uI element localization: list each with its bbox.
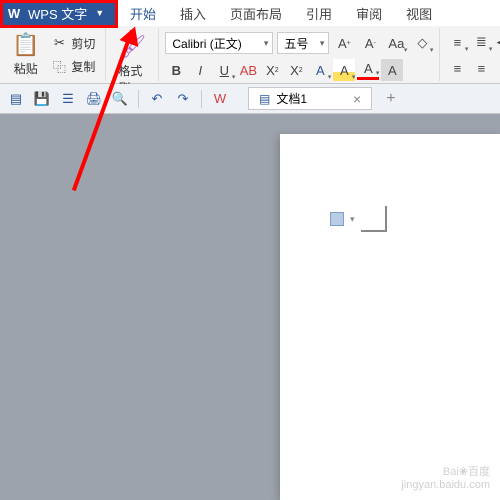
page-marker: ▾: [330, 206, 387, 232]
doc-tab-icon: ▤: [259, 92, 270, 106]
clipboard-group: 📋 粘贴 ✂ 剪切 ⿻ 复制: [0, 28, 106, 81]
watermark: Bai❀百度 jingyan.baidu.com: [401, 466, 490, 492]
strike-button[interactable]: AB: [237, 59, 259, 81]
quick-access-toolbar: ▤ 💾 ☰ 🖨 🔍 ↶ ↷ W ▤ 文档1 × +: [0, 84, 500, 114]
font-group: Calibri (正文) 五号 A+ A- Aa ◇ B I U AB X2 X…: [159, 28, 440, 81]
paragraph-group: ≡ ≣ ◀≡ ≡ ≡ ≡: [440, 28, 500, 81]
tab-insert[interactable]: 插入: [168, 0, 218, 27]
grow-font-button[interactable]: A+: [333, 32, 355, 54]
highlight-button[interactable]: A: [333, 59, 355, 81]
close-icon[interactable]: ×: [353, 91, 361, 107]
save-icon[interactable]: 💾: [32, 89, 52, 109]
change-case-button[interactable]: Aa: [385, 32, 407, 54]
font-color-button[interactable]: A: [357, 61, 379, 80]
preview-icon[interactable]: 🔍: [110, 89, 130, 109]
document-tab[interactable]: ▤ 文档1 ×: [248, 87, 372, 110]
decrease-indent-button[interactable]: ◀≡: [494, 31, 500, 53]
bold-button[interactable]: B: [165, 59, 187, 81]
corner-mark: [361, 206, 387, 232]
wps-logo-icon: W: [6, 5, 22, 21]
brush-icon: 🖌: [118, 34, 146, 60]
font-name-select[interactable]: Calibri (正文): [165, 32, 273, 54]
title-dropdown-icon[interactable]: ▼: [95, 8, 104, 18]
ribbon-tab-strip: 开始 插入 页面布局 引用 审阅 视图: [118, 0, 500, 28]
tab-view[interactable]: 视图: [394, 0, 444, 27]
copy-label: 复制: [71, 58, 95, 75]
open-icon[interactable]: ☰: [58, 89, 78, 109]
italic-button[interactable]: I: [189, 59, 211, 81]
align-center-button[interactable]: ≡: [470, 57, 492, 79]
cut-button[interactable]: ✂ 剪切: [47, 33, 99, 54]
numbering-button[interactable]: ≣: [470, 31, 492, 53]
subscript-button[interactable]: X2: [285, 59, 307, 81]
document-canvas: ▾: [0, 114, 500, 500]
tab-page-layout[interactable]: 页面布局: [218, 0, 294, 27]
cut-label: 剪切: [71, 35, 95, 52]
new-icon[interactable]: ▤: [6, 89, 26, 109]
doc-tab-label: 文档1: [276, 90, 307, 107]
char-shading-button[interactable]: A: [309, 59, 331, 81]
underline-button[interactable]: U: [213, 59, 235, 81]
bullets-button[interactable]: ≡: [446, 31, 468, 53]
copy-icon: ⿻: [51, 58, 67, 74]
ribbon: 📋 粘贴 ✂ 剪切 ⿻ 复制 🖌 格式刷 Calibri (正文) 五号 A+ …: [0, 26, 500, 84]
paste-icon: 📋: [12, 32, 39, 58]
undo-icon[interactable]: ↶: [147, 89, 167, 109]
font-size-select[interactable]: 五号: [277, 32, 329, 54]
chevron-down-icon: ▾: [350, 214, 355, 225]
app-title: WPS 文字: [28, 4, 87, 23]
redo-icon[interactable]: ↷: [173, 89, 193, 109]
scissors-icon: ✂: [51, 35, 67, 51]
section-icon: [330, 212, 344, 226]
char-border-button[interactable]: A: [381, 59, 403, 81]
superscript-button[interactable]: X2: [261, 59, 283, 81]
separator: [201, 90, 202, 108]
print-icon[interactable]: 🖨: [84, 89, 104, 109]
document-page[interactable]: ▾: [280, 134, 500, 500]
format-painter-group: 🖌 格式刷: [106, 28, 159, 81]
paste-button[interactable]: 📋 粘贴: [6, 28, 45, 81]
new-tab-button[interactable]: +: [378, 90, 403, 108]
shrink-font-button[interactable]: A-: [359, 32, 381, 54]
copy-button[interactable]: ⿻ 复制: [47, 56, 99, 77]
clear-format-button[interactable]: ◇: [411, 32, 433, 54]
align-right-button[interactable]: ≡: [494, 57, 500, 79]
wps-home-icon[interactable]: W: [210, 89, 230, 109]
align-left-button[interactable]: ≡: [446, 57, 468, 79]
tab-references[interactable]: 引用: [294, 0, 344, 27]
tab-review[interactable]: 审阅: [344, 0, 394, 27]
tab-home[interactable]: 开始: [118, 0, 168, 28]
separator: [138, 90, 139, 108]
paste-label: 粘贴: [14, 60, 38, 77]
